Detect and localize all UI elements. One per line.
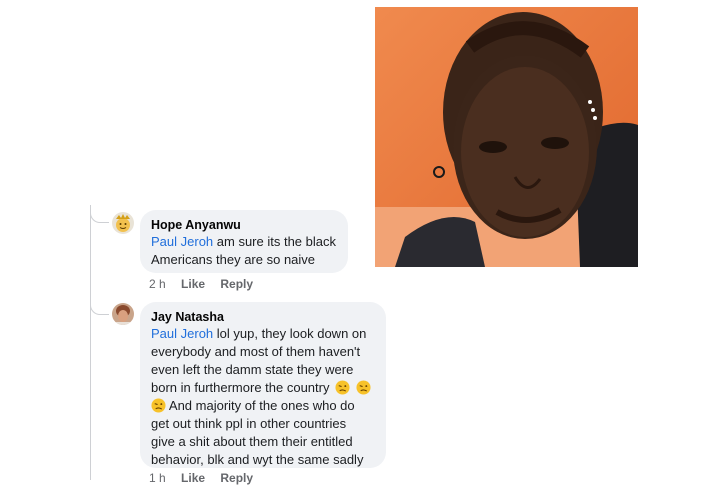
comment-line: even left the damm state they were (151, 362, 354, 377)
woozy-face-emoji (335, 380, 350, 395)
comment-body: born in furthermore the country (151, 380, 330, 395)
like-button[interactable]: Like (181, 471, 205, 485)
comment-line: born in furthermore the country (151, 379, 375, 397)
comment-time[interactable]: 1 h (149, 471, 166, 485)
profile-photo-avatar[interactable] (112, 303, 134, 325)
thread-branch (90, 302, 109, 315)
comment-actions: 2 h Like Reply (149, 277, 265, 291)
woozy-face-emoji (356, 380, 371, 395)
reply-button[interactable]: Reply (220, 471, 253, 485)
comment-bubble: Hope Anyanwu Paul Jeroh am sure its the … (140, 210, 348, 273)
comment-line: And majority of the ones who do (151, 397, 375, 415)
comment-body: And majority of the ones who do (168, 398, 355, 413)
comment-line: get out think ppl in other countries (151, 416, 347, 431)
comment-line: everybody and most of them haven't (151, 344, 361, 359)
comment-author[interactable]: Hope Anyanwu (151, 217, 337, 233)
mention-link[interactable]: Paul Jeroh (151, 326, 213, 341)
woozy-face-emoji (151, 398, 166, 413)
mention-link[interactable]: Paul Jeroh (151, 234, 213, 249)
like-button[interactable]: Like (181, 277, 205, 291)
crowned-face-avatar[interactable] (112, 212, 134, 234)
comment-body: lol yup, they look down on (216, 326, 367, 341)
comment-text: Paul Jeroh lol yup, they look down on ev… (151, 325, 375, 469)
reply-button[interactable]: Reply (220, 277, 253, 291)
comment-bubble: Jay Natasha Paul Jeroh lol yup, they loo… (140, 302, 386, 468)
profile-photo (375, 7, 638, 267)
comment-line: Paul Jeroh lol yup, they look down on (151, 325, 375, 343)
comment-actions: 1 h Like Reply (149, 471, 265, 485)
comment-time[interactable]: 2 h (149, 277, 166, 291)
comment-text: Paul Jeroh am sure its the black America… (151, 233, 337, 269)
comment-line: give a shit about them their entitled (151, 434, 353, 449)
comment-line: behavior, blk and wyt the same sadly (151, 452, 364, 467)
thread-line (90, 205, 91, 480)
thread-branch (90, 210, 109, 223)
comment-author[interactable]: Jay Natasha (151, 309, 375, 325)
